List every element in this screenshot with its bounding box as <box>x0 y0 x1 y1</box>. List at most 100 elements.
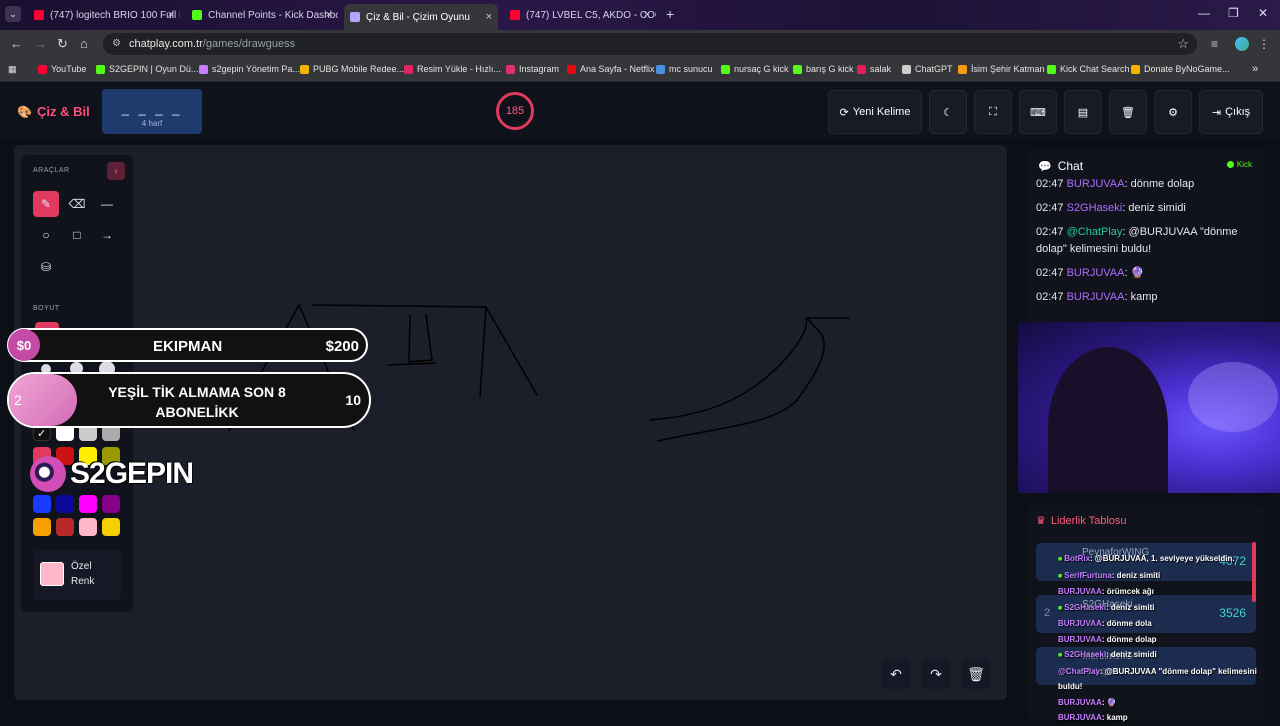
overlay-chat-user: SerifFurtuna <box>1064 570 1112 580</box>
msg-user[interactable]: S2GHaseki <box>1067 202 1123 214</box>
clear-canvas-button[interactable]: 🗑 <box>961 659 991 689</box>
bookmark-item[interactable]: PUBG Mobile Redee... <box>300 64 404 74</box>
overlay-chat-line: ■ SerifFurtuna: deniz simiti <box>1058 568 1278 585</box>
bookmark-label: Resim Yükle - Hızlı... <box>417 64 501 74</box>
color-swatch[interactable] <box>33 518 51 536</box>
msg-user[interactable]: @ChatPlay <box>1067 226 1123 238</box>
redo-button[interactable]: ↷ <box>921 659 951 689</box>
equipment-name: EKIPMAN <box>153 338 223 355</box>
youtube-icon <box>34 10 44 20</box>
line-icon: — <box>101 197 113 211</box>
keyboard-button[interactable]: ⌨ <box>1019 90 1057 134</box>
bookmark-item[interactable]: barış G kick <box>793 64 854 74</box>
msg-user[interactable]: BURJUVAA <box>1067 267 1125 279</box>
arrow-right-icon: → <box>101 228 113 242</box>
archive-icon: ▤ <box>1077 106 1089 119</box>
color-swatch[interactable] <box>33 495 51 513</box>
bookmark-item[interactable]: YouTube <box>38 64 86 74</box>
bookmark-item[interactable]: mc sunucu <box>656 64 713 74</box>
url-input[interactable]: ⚙ chatplay.com.tr/games/drawguess ☆ <box>103 33 1197 55</box>
bookmark-item[interactable]: Donate ByNoGame... <box>1131 64 1230 74</box>
overlay-chat-user: BURJUVAA <box>1058 587 1102 596</box>
kick-icon <box>96 64 105 74</box>
apps-grid-icon[interactable]: ▦ <box>8 64 17 75</box>
bookmark-item[interactable]: Instagram <box>506 64 559 74</box>
browser-tab[interactable]: (747) logitech BRIO 100 Full HD × <box>28 4 180 26</box>
bookmark-site-icon <box>404 64 413 74</box>
bookmark-item[interactable]: S2GEPIN | Oyun Dü... <box>96 64 198 74</box>
msg-user[interactable]: BURJUVAA <box>1067 178 1125 190</box>
youtube-icon <box>38 64 47 74</box>
pencil-tool[interactable]: ✎ <box>33 191 59 217</box>
color-swatch[interactable] <box>56 518 74 536</box>
kick-icon <box>721 64 730 74</box>
color-swatch[interactable] <box>79 518 97 536</box>
bookmark-item[interactable]: salak <box>857 64 891 74</box>
reload-icon[interactable]: ↻ <box>57 36 68 52</box>
circle-tool[interactable]: ○ <box>33 222 59 248</box>
more-bookmarks-icon[interactable]: » <box>1252 63 1258 75</box>
fill-tool[interactable]: ⛁ <box>33 254 59 280</box>
minimize-button[interactable]: — <box>1198 6 1210 20</box>
theme-toggle-button[interactable]: ☾ <box>929 90 967 134</box>
back-icon[interactable]: ← <box>10 36 23 51</box>
bookmark-item[interactable]: Resim Yükle - Hızlı... <box>404 64 501 74</box>
rectangle-tool[interactable]: □ <box>64 222 90 248</box>
overlay-chat-line: ■ S2GHaseki: deniz simidi <box>1058 647 1278 664</box>
site-info-icon[interactable]: ⚙ <box>112 38 121 49</box>
trash-icon: 🗑 <box>967 665 985 682</box>
stroke <box>387 362 436 366</box>
bookmark-star-icon[interactable]: ☆ <box>1177 36 1189 52</box>
paint-bucket-icon: ⛁ <box>40 260 52 274</box>
restore-button[interactable]: ❐ <box>1228 6 1239 20</box>
bookmark-item[interactable]: Ana Sayfa - Netflix <box>567 64 655 74</box>
close-icon[interactable]: × <box>326 9 332 21</box>
archive-button[interactable]: ▤ <box>1064 90 1102 134</box>
fullscreen-button[interactable]: ⛶ <box>974 90 1012 134</box>
bookmark-item[interactable]: s2gepin Yönetim Pa... <box>199 64 300 74</box>
badge-icon: ■ <box>1058 556 1063 563</box>
color-swatch[interactable] <box>56 495 74 513</box>
close-icon[interactable]: × <box>486 11 492 23</box>
undo-button[interactable]: ↶ <box>881 659 911 689</box>
forward-icon[interactable]: → <box>34 36 47 51</box>
tab-search-icon[interactable]: ⌄ <box>5 6 21 22</box>
bookmark-label: YouTube <box>51 64 87 74</box>
window-close-button[interactable]: ✕ <box>1258 6 1268 20</box>
close-icon[interactable]: × <box>644 9 650 21</box>
bookmark-item[interactable]: Kick Chat Search <box>1047 64 1130 74</box>
profile-avatar[interactable] <box>1235 37 1249 51</box>
home-icon[interactable]: ⌂ <box>80 36 88 51</box>
color-swatch[interactable] <box>79 495 97 513</box>
round-timer: 185 <box>496 92 534 130</box>
arrow-tool[interactable]: → <box>94 222 120 248</box>
color-swatch[interactable] <box>102 495 120 513</box>
custom-color-button[interactable]: Özel Renk <box>33 550 121 600</box>
tab-title: (747) LVBEL C5, AKDO - COOO <box>526 9 656 21</box>
bookmark-item[interactable]: İsim Şehir Katman <box>958 64 1045 74</box>
bookmark-item[interactable]: ChatGPT <box>902 64 953 74</box>
color-swatch[interactable] <box>102 518 120 536</box>
delete-button[interactable]: 🗑 <box>1109 90 1147 134</box>
stroke <box>649 316 808 421</box>
menu-icon[interactable]: ⋮ <box>1258 37 1270 51</box>
overlay-chat-line: BURJUVAA: 🔮 <box>1058 695 1278 711</box>
close-icon[interactable]: × <box>168 9 174 21</box>
collapse-panel-button[interactable]: ‹ <box>107 162 125 180</box>
new-tab-button[interactable]: + <box>666 6 674 22</box>
overlay-chat-line: BURJUVAA: dönme dola <box>1058 616 1278 632</box>
chat-message: 02:47 BURJUVAA: kamp <box>1036 291 1158 303</box>
chat-source-badge: Kick <box>1226 160 1252 169</box>
new-word-button[interactable]: ⟳ Yeni Kelime <box>828 90 922 134</box>
settings-button[interactable]: ⚙ <box>1154 90 1192 134</box>
eraser-tool[interactable]: ⌫ <box>64 191 90 217</box>
browser-tab[interactable]: (747) LVBEL C5, AKDO - COOO × <box>504 4 656 26</box>
browser-tab[interactable]: Channel Points - Kick Dashboard × <box>186 4 338 26</box>
msg-user[interactable]: BURJUVAA <box>1067 291 1125 303</box>
bookmark-item[interactable]: nursaç G kick <box>721 64 789 74</box>
line-tool[interactable]: — <box>94 191 120 217</box>
extensions-icon[interactable]: ≡ <box>1211 37 1218 51</box>
browser-tab-active[interactable]: Çiz & Bil - Çizim Oyunu × <box>344 4 498 30</box>
logout-button[interactable]: ⇥ Çıkış <box>1199 90 1263 134</box>
app-logo[interactable]: 🎨 Çiz & Bil <box>17 104 90 119</box>
